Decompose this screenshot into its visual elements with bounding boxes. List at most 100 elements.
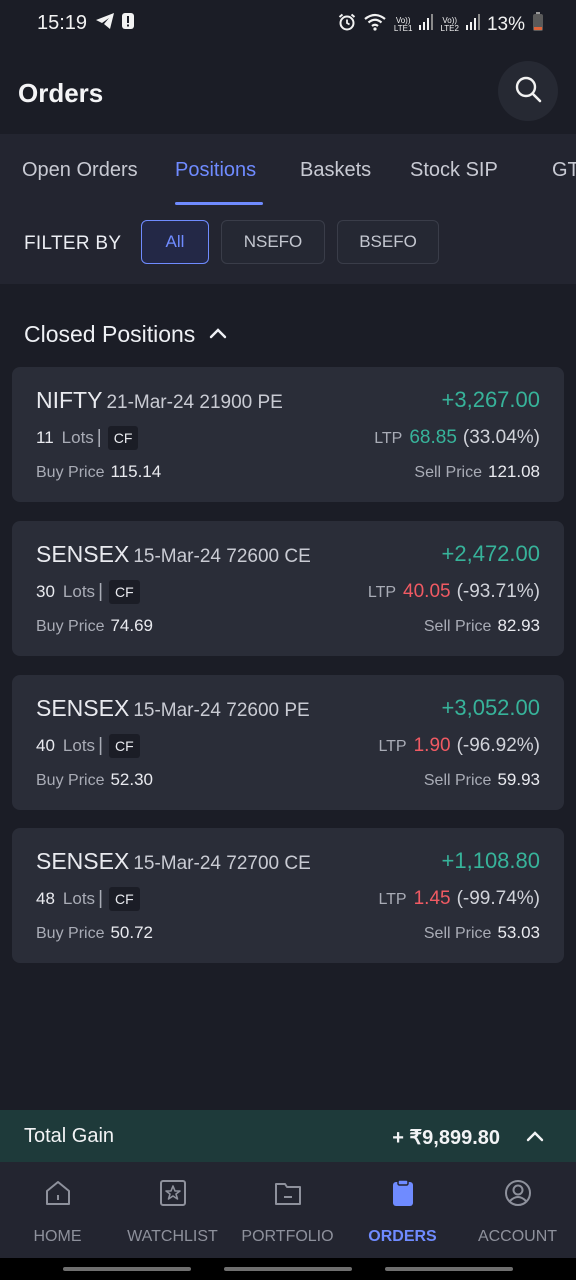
search-button[interactable] [498, 61, 558, 121]
position-lots: 40 Lots | CF [36, 734, 140, 758]
chevron-up-icon[interactable] [526, 1129, 544, 1147]
nav-account[interactable]: ACCOUNT [460, 1162, 575, 1258]
watchlist-icon [158, 1178, 188, 1213]
buy-price: Buy Price 52.30 [36, 770, 153, 790]
ltp-value: 40.05 [403, 581, 451, 602]
position-card[interactable]: SENSEX 15-Mar-24 72600 PE +3,052.00 40 Lo… [12, 675, 564, 810]
lots-label: Lots [62, 889, 96, 908]
buy-price-label: Buy Price [36, 772, 105, 789]
signal-icon [465, 14, 480, 36]
filter-chip-bsefo[interactable]: BSEFO [337, 220, 439, 264]
contract-details: 21-Mar-24 21900 PE [106, 392, 283, 413]
tab-gtt[interactable]: GT [552, 159, 576, 182]
position-ltp: LTP 40.05 (-93.71%) [368, 581, 540, 603]
lots-count: 30 [36, 582, 55, 601]
sell-price: Sell Price 53.03 [424, 923, 540, 943]
search-icon [514, 75, 542, 108]
total-gain-label: Total Gain [24, 1125, 115, 1147]
sell-price-label: Sell Price [423, 925, 492, 942]
tab-baskets[interactable]: Baskets [300, 159, 371, 182]
closed-positions-header[interactable]: Closed Positions [24, 321, 227, 348]
sell-price-label: Sell Price [423, 618, 492, 635]
gesture-pill[interactable] [385, 1267, 513, 1271]
sell-price-label: Sell Price [423, 772, 492, 789]
buy-price: Buy Price 50.72 [36, 923, 153, 943]
tab-positions[interactable]: Positions [175, 159, 256, 182]
position-ltp: LTP 68.85 (33.04%) [374, 427, 540, 449]
sell-price-label: Sell Price [414, 464, 482, 481]
tab-stock-sip[interactable]: Stock SIP [410, 159, 498, 182]
nav-watchlist[interactable]: WATCHLIST [115, 1162, 230, 1258]
filter-chip-all[interactable]: All [141, 220, 209, 264]
nav-label: PORTFOLIO [241, 1228, 334, 1245]
nav-label: ACCOUNT [477, 1228, 558, 1245]
section-title: Closed Positions [24, 321, 196, 347]
lots-separator: | [98, 888, 103, 909]
total-gain-bar[interactable]: Total Gain + ₹9,899.80 [0, 1110, 576, 1162]
sell-price: Sell Price 82.93 [424, 616, 540, 636]
lots-separator: | [96, 427, 102, 448]
nav-label: WATCHLIST [127, 1228, 218, 1245]
filter-chip-nsefo[interactable]: NSEFO [221, 220, 325, 264]
home-icon [43, 1178, 73, 1213]
battery-percent: 13% [486, 14, 525, 35]
symbol-name: NIFTY [36, 387, 103, 413]
position-pnl: +1,108.80 [441, 848, 540, 873]
chevron-up-icon [209, 326, 227, 344]
sell-price-value: 82.93 [497, 616, 540, 635]
buy-price-value: 50.72 [110, 923, 154, 942]
sell-price-value: 121.08 [488, 462, 540, 481]
ltp-change: (-93.71%) [456, 581, 540, 602]
sell-price-value: 53.03 [497, 923, 540, 942]
position-card[interactable]: SENSEX 15-Mar-24 72700 CE +1,108.80 48 Lo… [12, 828, 564, 963]
product-badge: CF [109, 734, 140, 758]
position-symbol: SENSEX 15-Mar-24 72600 CE [36, 541, 311, 568]
sell-price: Sell Price 121.08 [414, 462, 540, 482]
nav-orders[interactable]: ORDERS [345, 1162, 460, 1258]
position-pnl: +3,052.00 [441, 695, 540, 720]
ltp-change: (-96.92%) [456, 735, 540, 756]
buy-price-value: 52.30 [110, 770, 154, 789]
contract-details: 15-Mar-24 72600 PE [133, 700, 310, 721]
buy-price: Buy Price 115.14 [36, 462, 161, 482]
position-card[interactable]: SENSEX 15-Mar-24 72600 CE +2,472.00 30 Lo… [12, 521, 564, 656]
position-card[interactable]: NIFTY 21-Mar-24 21900 PE +3,267.00 11 Lot… [12, 367, 564, 502]
bottom-nav: HOME WATCHLIST PORTFOLIO ORDERS ACCOUNT [0, 1162, 576, 1258]
system-gesture-bar [0, 1258, 576, 1280]
position-ltp: LTP 1.90 (-96.92%) [378, 735, 540, 757]
buy-price-value: 74.69 [110, 616, 154, 635]
buy-price: Buy Price 74.69 [36, 616, 153, 636]
nav-portfolio[interactable]: PORTFOLIO [230, 1162, 345, 1258]
app-header: Orders [0, 50, 576, 134]
gesture-pill[interactable] [63, 1267, 191, 1271]
sell-price-value: 59.93 [497, 770, 540, 789]
ltp-label: LTP [378, 738, 407, 755]
contract-details: 15-Mar-24 72600 CE [133, 546, 311, 567]
position-pnl: +2,472.00 [441, 541, 540, 566]
sell-price: Sell Price 59.93 [424, 770, 540, 790]
position-lots: 11 Lots | CF [36, 426, 139, 450]
gesture-pill[interactable] [224, 1267, 352, 1271]
lots-label: Lots [62, 736, 96, 755]
buy-price-value: 115.14 [110, 462, 162, 481]
sim1-indicator: Vo)) LTE1 [393, 16, 413, 33]
battery-icon [532, 12, 544, 38]
nav-home[interactable]: HOME [0, 1162, 115, 1258]
product-badge: CF [109, 580, 140, 604]
alarm-icon [338, 13, 356, 37]
ltp-label: LTP [374, 430, 403, 447]
tab-open-orders[interactable]: Open Orders [22, 159, 138, 182]
symbol-name: SENSEX [36, 848, 130, 874]
ltp-change: (-99.74%) [456, 888, 540, 909]
status-notification-icons [95, 12, 135, 35]
lots-label: Lots [61, 428, 94, 447]
position-symbol: SENSEX 15-Mar-24 72700 CE [36, 848, 311, 875]
filter-row: FILTER BY All NSEFO BSEFO [0, 206, 576, 284]
telegram-icon [95, 12, 115, 35]
total-gain-value: + ₹9,899.80 [392, 1127, 500, 1149]
alert-icon [121, 12, 135, 35]
position-symbol: SENSEX 15-Mar-24 72600 PE [36, 695, 310, 722]
lots-separator: | [98, 735, 103, 756]
status-time: 15:19 [37, 12, 88, 34]
portfolio-icon [273, 1178, 303, 1213]
